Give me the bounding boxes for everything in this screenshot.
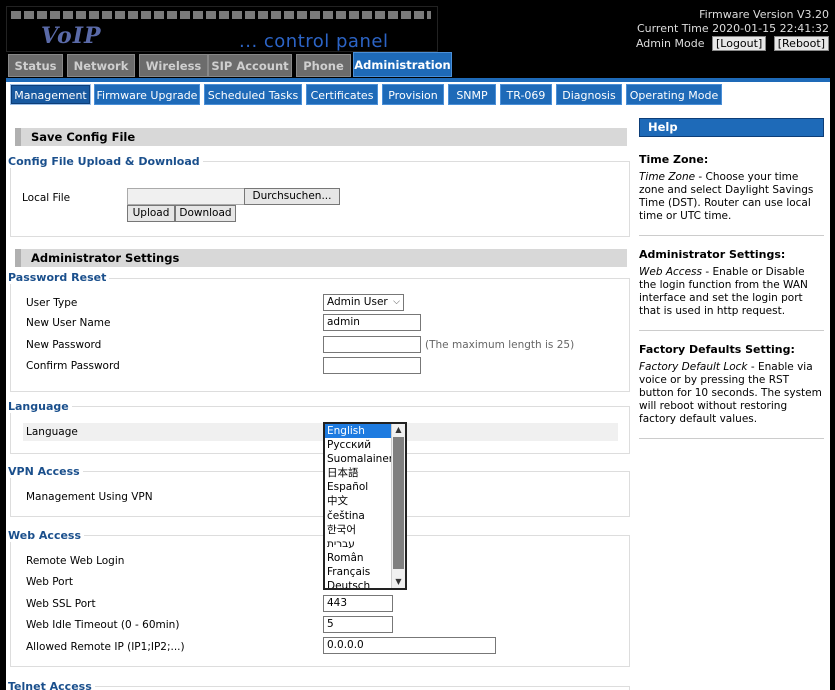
subtab-provision[interactable]: Provision — [382, 84, 444, 105]
section-header-admin-settings: Administrator Settings — [15, 249, 627, 267]
help-divider — [639, 438, 824, 439]
confirm-password-label: Confirm Password — [26, 360, 120, 372]
help-text: Factory Default Lock - Enable via voice … — [639, 361, 822, 425]
fieldset-title-password-reset: Password Reset — [8, 271, 110, 284]
fieldset-title-telnet-access: Telnet Access — [8, 680, 95, 690]
fieldset-telnet-access — [10, 686, 630, 690]
section-header-save-config: Save Config File — [15, 128, 627, 146]
scroll-up-icon[interactable]: ▲ — [392, 424, 405, 436]
help-heading: Time Zone: — [639, 153, 709, 166]
logo-dots-decoration — [11, 11, 431, 19]
new-user-name-label: New User Name — [26, 317, 111, 329]
help-text: Web Access - Enable or Disable the login… — [639, 266, 808, 317]
logo: VoIP ... control panel — [6, 6, 438, 52]
web-port-label: Web Port — [26, 576, 74, 588]
help-term: Time Zone — [639, 171, 696, 183]
tab-network[interactable]: Network — [67, 54, 135, 77]
user-type-select[interactable]: Admin User ⌵ — [323, 294, 404, 311]
tab-wireless[interactable]: Wireless — [139, 54, 208, 77]
sub-tabs: Management Firmware Upgrade Scheduled Ta… — [6, 82, 830, 107]
help-panel: Help Time Zone: Time Zone - Choose your … — [639, 118, 824, 439]
tab-sip-account[interactable]: SIP Account — [208, 54, 292, 77]
tab-phone[interactable]: Phone — [296, 54, 351, 77]
management-vpn-label: Management Using VPN — [26, 491, 153, 503]
help-divider — [639, 330, 824, 331]
new-password-label: New Password — [26, 339, 102, 351]
browse-button[interactable]: Durchsuchen... — [244, 188, 340, 205]
chevron-down-icon: ⌵ — [393, 297, 400, 307]
fieldset-title-vpn-access: VPN Access — [8, 465, 83, 478]
web-idle-timeout-label: Web Idle Timeout (0 - 60min) — [26, 619, 180, 631]
tab-status[interactable]: Status — [8, 54, 63, 77]
header-info: Firmware Version V3.20 Current Time 2020… — [636, 8, 829, 51]
web-ssl-port-input[interactable]: 443 — [323, 595, 393, 612]
fieldset-password-reset — [10, 278, 630, 392]
subtab-certificates[interactable]: Certificates — [306, 84, 378, 105]
logout-button[interactable]: [Logout] — [711, 36, 767, 51]
subtab-firmware-upgrade[interactable]: Firmware Upgrade — [94, 84, 200, 105]
subtab-tr-069[interactable]: TR-069 — [500, 84, 552, 105]
new-password-hint: (The maximum length is 25) — [425, 339, 575, 351]
upload-button[interactable]: Upload — [127, 205, 175, 222]
subtab-diagnosis[interactable]: Diagnosis — [556, 84, 622, 105]
subtab-snmp[interactable]: SNMP — [448, 84, 496, 105]
tab-administration[interactable]: Administration — [353, 52, 452, 77]
user-type-value: Admin User — [327, 296, 388, 308]
logo-voip-text: VoIP — [41, 23, 102, 49]
user-type-label: User Type — [26, 297, 78, 309]
help-term: Factory Default Lock — [639, 361, 748, 373]
new-user-name-input[interactable]: admin — [323, 314, 421, 331]
help-divider — [639, 235, 824, 236]
admin-mode-label: Admin Mode — [635, 37, 705, 50]
allowed-remote-ip-input[interactable]: 0.0.0.0 — [323, 637, 496, 654]
help-text: Time Zone - Choose your time zone and se… — [639, 171, 814, 222]
help-heading: Administrator Settings: — [639, 248, 786, 261]
language-row-bg — [23, 423, 618, 441]
help-term: Web Access — [639, 266, 702, 278]
language-dropdown-list[interactable]: English Русский Suomalainen 日本語 Español … — [323, 422, 407, 590]
reboot-button[interactable]: [Reboot] — [773, 36, 829, 51]
dropdown-scrollbar[interactable]: ▲ ▼ — [391, 424, 405, 588]
fieldset-title-language: Language — [8, 400, 72, 413]
web-ssl-port-label: Web SSL Port — [26, 598, 96, 610]
subtab-operating-mode[interactable]: Operating Mode — [626, 84, 722, 105]
subtab-scheduled-tasks[interactable]: Scheduled Tasks — [204, 84, 302, 105]
current-time: Current Time 2020-01-15 22:41:32 — [636, 21, 829, 35]
firmware-version: Firmware Version V3.20 — [699, 8, 829, 21]
scroll-down-icon[interactable]: ▼ — [392, 576, 405, 588]
fieldset-title-config-file: Config File Upload & Download — [8, 155, 203, 168]
logo-tagline: ... control panel — [239, 31, 389, 52]
new-password-input[interactable] — [323, 336, 421, 353]
local-file-path-display[interactable] — [127, 188, 245, 205]
web-idle-timeout-input[interactable]: 5 — [323, 616, 393, 633]
help-heading: Factory Defaults Setting: — [639, 343, 795, 356]
local-file-label: Local File — [22, 192, 71, 204]
download-button[interactable]: Download — [175, 205, 236, 222]
subtab-management[interactable]: Management — [10, 84, 91, 105]
allowed-remote-ip-label: Allowed Remote IP (IP1;IP2;...) — [26, 641, 185, 653]
content-area: Save Config File Config File Upload & Do… — [6, 107, 830, 690]
help-title: Help — [639, 118, 824, 137]
fieldset-title-web-access: Web Access — [8, 529, 85, 542]
language-label: Language — [26, 426, 78, 438]
scrollbar-thumb[interactable] — [393, 437, 404, 569]
confirm-password-input[interactable] — [323, 357, 421, 374]
remote-web-login-label: Remote Web Login — [26, 555, 125, 567]
